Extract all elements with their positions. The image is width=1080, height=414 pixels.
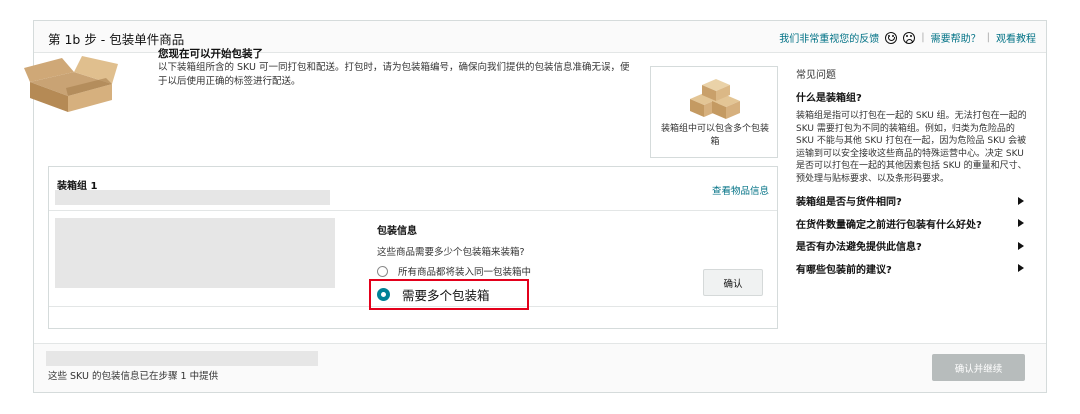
faq-item-label: 装箱组是否与货件相同? <box>796 197 902 209</box>
stacked-boxes-icon <box>690 79 740 119</box>
view-item-info-link[interactable]: 查看物品信息 <box>712 183 769 197</box>
expand-arrow-icon[interactable] <box>1018 196 1024 205</box>
packing-info-title: 包装信息 <box>377 226 417 237</box>
header-links: 我们非常重视您的反馈 | 需要帮助？ | 观看教程 <box>779 30 1036 45</box>
faq-item-label: 在货件数量确定之前进行包装有什么好处? <box>796 219 982 231</box>
smile-sad-icon[interactable] <box>903 31 916 44</box>
help-link[interactable]: 需要帮助？ <box>931 30 981 45</box>
tip-card: 装箱组中可以包含多个包装箱 <box>650 66 778 158</box>
radio-selected[interactable] <box>377 288 390 301</box>
faq-list: 装箱组是否与货件相同? 在货件数量确定之前进行包装有什么好处? 是否有办法避免提… <box>796 190 1030 280</box>
group-header: 装箱组 1 查看物品信息 <box>49 167 777 211</box>
confirm-continue-button[interactable]: 确认并继续 <box>932 354 1025 381</box>
faq-item[interactable]: 在货件数量确定之前进行包装有什么好处? <box>796 212 1030 235</box>
faq-heading: 常见问题 <box>796 70 836 81</box>
faq-item[interactable]: 装箱组是否与货件相同? <box>796 190 1030 213</box>
separator: | <box>986 32 990 43</box>
option-multiple-boxes[interactable]: 需要多个包装箱 <box>377 285 490 304</box>
expand-arrow-icon[interactable] <box>1018 264 1024 273</box>
faq-item[interactable]: 有哪些包装前的建议? <box>796 257 1030 280</box>
faq-answer: 装箱组是指可以打包在一起的 SKU 组。无法打包在一起的 SKU 需要打包为不同… <box>796 111 1027 184</box>
expand-arrow-icon[interactable] <box>1018 241 1024 250</box>
tip-text: 装箱组中可以包含多个包装箱 <box>660 124 769 147</box>
faq-item-label: 有哪些包装前的建议? <box>796 264 892 276</box>
confirm-button[interactable]: 确认 <box>703 269 763 296</box>
faq-item-label: 是否有办法避免提供此信息? <box>796 242 922 254</box>
footer-note: 这些 SKU 的包装信息已在步骤 1 中提供 <box>48 371 219 382</box>
option-single-box[interactable]: 所有商品都将装入同一包装箱中 <box>377 264 531 278</box>
separator: | <box>921 32 925 43</box>
faq-panel: 常见问题 什么是装箱组? 装箱组是指可以打包在一起的 SKU 组。无法打包在一起… <box>796 66 1030 280</box>
open-box-icon <box>24 56 118 112</box>
intro-title: 您现在可以开始包装了 <box>158 48 263 60</box>
faq-item[interactable]: 是否有办法避免提供此信息? <box>796 235 1030 258</box>
placeholder-box <box>55 218 335 288</box>
radio-unselected[interactable] <box>377 265 388 277</box>
intro-text: 以下装箱组所含的 SKU 可一同打包和配送。打包时，请为包装箱编号，确保向我们提… <box>158 62 630 87</box>
feedback-link[interactable]: 我们非常重视您的反馈 <box>779 30 879 45</box>
packing-question: 这些商品需要多少个包装箱来装箱? <box>377 247 525 258</box>
tutorial-link[interactable]: 观看教程 <box>996 30 1036 45</box>
placeholder-bar <box>46 351 318 366</box>
placeholder-bar <box>55 190 330 205</box>
option-single-box-label: 所有商品都将装入同一包装箱中 <box>398 267 532 278</box>
expand-arrow-icon[interactable] <box>1018 219 1024 228</box>
smile-happy-icon[interactable] <box>885 31 898 44</box>
faq-question: 什么是装箱组? <box>796 93 862 104</box>
option-multiple-boxes-label: 需要多个包装箱 <box>402 288 490 303</box>
